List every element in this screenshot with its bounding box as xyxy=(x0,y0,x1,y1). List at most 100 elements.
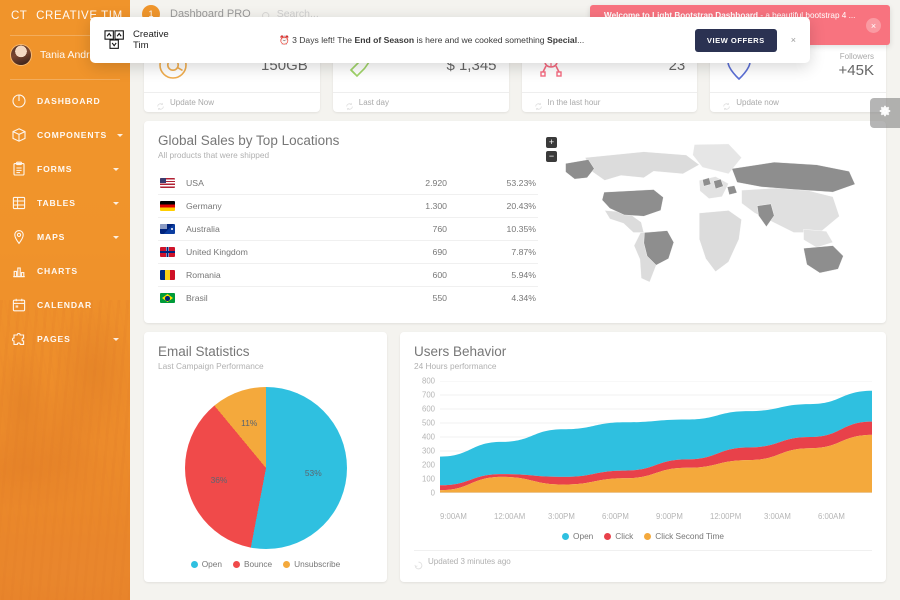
area-chart-svg xyxy=(440,381,872,493)
sidebar-nav: DASHBOARD COMPONENTS FORMS TABLES MAPS C… xyxy=(0,84,130,356)
table-icon xyxy=(11,195,27,211)
sales-value-cell: 1.300 xyxy=(354,195,449,218)
behavior-legend-item[interactable]: Click xyxy=(604,531,633,541)
stat-card-footer[interactable]: Last day xyxy=(333,92,509,112)
flag-de xyxy=(160,201,175,211)
alarm-clock-icon: ⏰ xyxy=(279,35,290,45)
flag-usa xyxy=(160,178,175,188)
y-tick-label: 0 xyxy=(431,489,435,498)
sidebar-item-maps[interactable]: MAPS xyxy=(0,220,130,254)
users-behavior-legend: Open Click Click Second Time xyxy=(414,531,872,541)
puzzle-icon xyxy=(11,331,27,347)
settings-fab-button[interactable] xyxy=(870,98,900,128)
y-tick-label: 100 xyxy=(422,475,435,484)
sidebar-divider-user xyxy=(10,79,120,80)
legend-label: Click xyxy=(615,531,633,541)
legend-color-dot xyxy=(604,533,611,540)
sales-country-cell: Romania xyxy=(184,264,354,287)
sales-value-cell: 690 xyxy=(354,241,449,264)
sales-country-cell: Brasil xyxy=(184,287,354,310)
pie-chart-wrap: 53% 36% 11% xyxy=(158,387,373,549)
refresh-icon xyxy=(156,98,165,107)
table-row[interactable]: Romania 600 5.94% xyxy=(158,264,538,287)
sidebar-item-pages[interactable]: PAGES xyxy=(0,322,130,356)
y-tick-label: 200 xyxy=(422,461,435,470)
global-sales-subtitle: All products that were shipped xyxy=(158,150,538,160)
x-tick-label: 3:00PM xyxy=(548,512,602,521)
x-tick-label: 9:00PM xyxy=(656,512,710,521)
creative-tim-logo: Creative Tim xyxy=(104,29,169,51)
users-behavior-updated-label: Updated 3 minutes ago xyxy=(428,557,511,566)
sales-flag-cell xyxy=(158,195,184,218)
box-icon xyxy=(11,127,27,143)
stat-card-footer[interactable]: Update now xyxy=(710,92,886,112)
legend-color-dot xyxy=(233,561,240,568)
y-tick-label: 300 xyxy=(422,447,435,456)
sidebar-item-label: PAGES xyxy=(37,334,71,344)
stat-card-footer[interactable]: Update Now xyxy=(144,92,320,112)
table-row[interactable]: United Kingdom 690 7.87% xyxy=(158,241,538,264)
x-axis-labels: 9:00AM12:00AM3:00PM6:00PM9:00PM12:00PM3:… xyxy=(440,512,872,521)
view-offers-button[interactable]: VIEW OFFERS xyxy=(695,29,777,52)
sales-percent-cell: 20.43% xyxy=(449,195,538,218)
map-zoom-out-button[interactable]: − xyxy=(546,151,557,162)
sidebar-item-label: DASHBOARD xyxy=(37,96,101,106)
email-legend-item[interactable]: Unsubscribe xyxy=(283,559,340,569)
sidebar-item-label: CALENDAR xyxy=(37,300,92,310)
promo-msg-mid: is here and we cooked something xyxy=(414,35,547,45)
table-row[interactable]: Brasil 550 4.34% xyxy=(158,287,538,310)
behavior-legend-item[interactable]: Click Second Time xyxy=(644,531,724,541)
map-zoom-in-button[interactable]: + xyxy=(546,137,557,148)
pie-slice-label: 53% xyxy=(305,468,322,478)
x-tick-label: 12:00AM xyxy=(494,512,548,521)
email-statistics-title: Email Statistics xyxy=(158,344,373,359)
table-row[interactable]: USA 2.920 53.23% xyxy=(158,172,538,195)
x-tick-label: 6:00AM xyxy=(818,512,872,521)
sidebar-item-forms[interactable]: FORMS xyxy=(0,152,130,186)
promo-msg-bold2: Special xyxy=(547,35,577,45)
table-row[interactable]: Germany 1.300 20.43% xyxy=(158,195,538,218)
world-map-container[interactable]: + − xyxy=(538,133,872,309)
legend-color-dot xyxy=(644,533,651,540)
sidebar-item-calendar[interactable]: CALENDAR xyxy=(0,288,130,322)
email-legend-item[interactable]: Open xyxy=(191,559,222,569)
brand-line-1: Creative xyxy=(133,29,169,40)
sidebar-item-components[interactable]: COMPONENTS xyxy=(0,118,130,152)
pin-icon xyxy=(11,229,27,245)
global-sales-table: USA 2.920 53.23% Germany 1.300 20.43% Au… xyxy=(158,172,538,309)
sidebar-item-charts[interactable]: CHARTS xyxy=(0,254,130,288)
sales-percent-cell: 7.87% xyxy=(449,241,538,264)
sidebar-item-tables[interactable]: TABLES xyxy=(0,186,130,220)
logo-short-label: CT xyxy=(11,10,27,22)
users-behavior-chart[interactable]: 0100200300400500600700800 xyxy=(414,381,872,509)
pie-slice-label: 11% xyxy=(241,418,257,428)
main-content: 1 Dashboard PRO Welcome to Light Bootstr… xyxy=(130,0,900,600)
stat-card-footer[interactable]: In the last hour xyxy=(522,92,698,112)
behavior-legend-item[interactable]: Open xyxy=(562,531,593,541)
sales-flag-cell xyxy=(158,241,184,264)
pie-slice-label: 36% xyxy=(211,475,228,485)
email-legend-item[interactable]: Bounce xyxy=(233,559,272,569)
users-behavior-footer: Updated 3 minutes ago xyxy=(414,550,872,566)
history-icon xyxy=(414,557,423,566)
stat-card-value: +45K xyxy=(839,62,874,79)
sales-percent-cell: 4.34% xyxy=(449,287,538,310)
legend-label: Click Second Time xyxy=(655,531,724,541)
alert-close-button[interactable]: × xyxy=(866,18,881,33)
table-row[interactable]: Australia 760 10.35% xyxy=(158,218,538,241)
y-tick-label: 500 xyxy=(422,419,435,428)
pie-chart-icon xyxy=(11,93,27,109)
sales-value-cell: 550 xyxy=(354,287,449,310)
email-pie-chart[interactable]: 53% 36% 11% xyxy=(185,387,347,549)
creative-tim-promo-popup: Creative Tim ⏰3 Days left! The End of Se… xyxy=(90,17,810,63)
promo-close-button[interactable]: × xyxy=(791,35,796,45)
sales-percent-cell: 5.94% xyxy=(449,264,538,287)
clipboard-icon xyxy=(11,161,27,177)
refresh-icon xyxy=(722,98,731,107)
email-statistics-subtitle: Last Campaign Performance xyxy=(158,361,373,371)
stat-card-footer-label: In the last hour xyxy=(548,98,601,107)
map-zoom-controls: + − xyxy=(546,137,557,162)
sidebar-item-dashboard[interactable]: DASHBOARD xyxy=(0,84,130,118)
clock-icon xyxy=(534,98,543,107)
avatar xyxy=(11,45,31,65)
